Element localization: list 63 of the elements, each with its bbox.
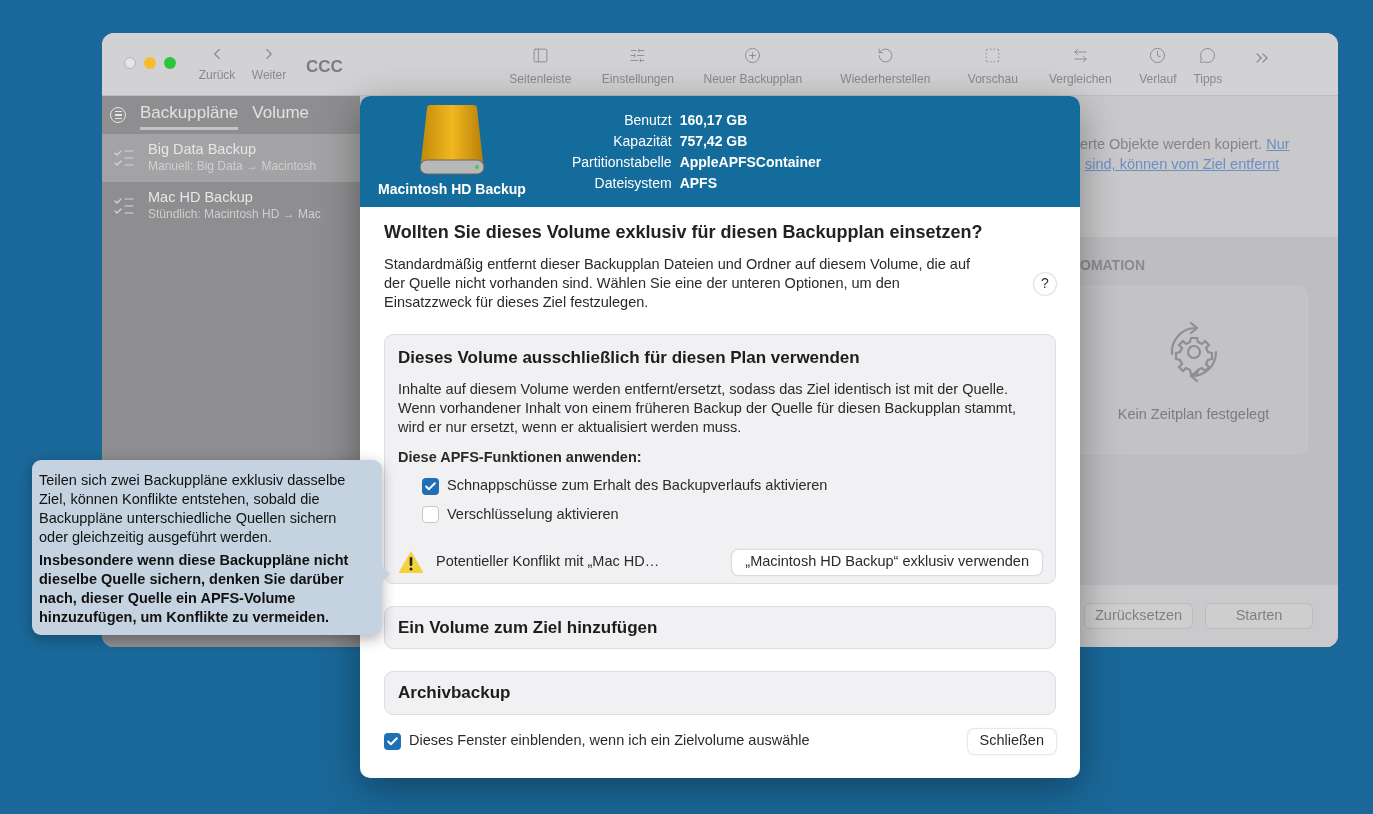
toolbar-button[interactable]: Wiederherstellen xyxy=(817,47,953,88)
option-title: Ein Volume zum Ziel hinzufügen xyxy=(398,616,659,639)
checkbox-label: Verschlüsselung aktivieren xyxy=(447,505,619,524)
speech-bubble-icon xyxy=(1199,47,1217,64)
warning-text: Potentieller Konflikt mit „Mac HD… xyxy=(436,552,660,572)
reset-button[interactable]: Zurücksetzen xyxy=(1084,603,1194,629)
option-title: Dieses Volume ausschließlich für diesen Plan verwenden xyxy=(398,347,861,369)
text-link[interactable]: Nur xyxy=(1266,136,1290,152)
sliders-icon xyxy=(629,47,647,64)
checkbox[interactable] xyxy=(422,506,439,524)
volume-name: Macintosh HD Backup xyxy=(378,180,526,199)
toolbar-button[interactable]: Vergleichen xyxy=(1032,47,1128,88)
checkbox[interactable] xyxy=(422,477,439,495)
intro-text: Standardmäßig entfernt dieser Backupplan Dateien und Ordner auf diesem Volume, die auf der Quelle nicht vorhanden sind. Wählen Sie eine der unteren Optionen, um den Einsatzzweck für dieses Ziel festzulegen. xyxy=(384,255,971,312)
dialog-title: Wollten Sie dieses Volume exklusiv für diesen Backupplan einsetzen? xyxy=(384,221,984,244)
sidebar-tab[interactable]: Backuppläne xyxy=(140,99,239,131)
toolbar-button[interactable]: Vorschau xyxy=(952,47,1033,88)
schedule-card: Kein Zeitplan festgelegt xyxy=(1080,286,1308,454)
info-value: APFS xyxy=(679,174,718,193)
help-button[interactable]: ? xyxy=(1034,272,1056,295)
option-panel[interactable]: Archivbackup xyxy=(384,671,1056,715)
info-text: erte Objekte werden kopiert. xyxy=(1080,136,1263,152)
option-title: Archivbackup xyxy=(398,682,512,705)
plus-circle-icon xyxy=(744,47,762,64)
features-heading: Diese APFS-Funktionen anwenden: xyxy=(398,447,643,467)
info-label: Dateisystem xyxy=(593,174,672,193)
forward-button[interactable]: Weiter xyxy=(246,45,292,84)
checkmark-icon xyxy=(386,734,399,748)
restore-icon xyxy=(876,47,894,64)
drive-icon xyxy=(417,104,487,176)
checkbox[interactable] xyxy=(384,732,401,750)
use-exclusive-button[interactable]: „Macintosh HD Backup“ exklusiv verwenden xyxy=(732,549,1042,575)
info-label: Kapazität xyxy=(612,132,672,151)
back-button[interactable]: Zurück xyxy=(194,45,240,84)
checkbox-label: Schnappschüsse zum Erhalt des Backupverlaufs aktivieren xyxy=(447,476,828,496)
compare-arrows-icon xyxy=(1071,47,1089,64)
warning-icon xyxy=(398,550,424,575)
option-description: Inhalte auf diesem Volume werden entfernt/ersetzt, sodass das Ziel identisch ist mit der Quelle. Wenn vorhandener Inhalt von einem früheren Backup der Quelle für diesen Backupplan stammt, wird er nur ersetzt, wenn er aktualisiert werden muss. xyxy=(398,379,1017,437)
start-button[interactable]: Starten xyxy=(1205,603,1314,629)
toolbar-button[interactable]: Neuer Backupplan xyxy=(687,47,818,88)
sidebar-icon xyxy=(531,47,549,64)
toolbar-button[interactable]: Einstellungen xyxy=(587,47,688,88)
tooltip-bold-text: Insbesondere wenn diese Backuppläne nicht dieselbe Quelle sichern, denken Sie darüber nach, dieser Quelle ein APFS-Volume hinzuzufügen, um Konflikte zu vermeiden. xyxy=(39,551,350,627)
info-label: Partitionstabelle xyxy=(572,153,672,172)
info-value: 160,17 GB xyxy=(679,111,749,130)
close-button[interactable]: Schließen xyxy=(967,728,1056,754)
dashed-square-icon xyxy=(984,47,1002,64)
checkbox-label: Dieses Fenster einblenden, wenn ich ein Zielvolume auswähle xyxy=(409,731,810,751)
toolbar-button[interactable]: Tipps xyxy=(1187,47,1228,88)
info-value: 757,42 GB xyxy=(679,132,749,151)
info-value: AppleAPFSContainer xyxy=(679,153,822,172)
backup-plan-item[interactable]: Mac HD Backup Stündlich: Macintosh HD → Mac xyxy=(102,182,360,230)
toolbar-button[interactable]: Seitenleiste xyxy=(492,47,588,88)
clock-icon xyxy=(1149,47,1167,64)
info-label: Benutzt xyxy=(623,111,672,130)
option-panel[interactable]: Ein Volume zum Ziel hinzufügen xyxy=(384,605,1056,650)
text-link[interactable]: sind, können vom Ziel entfernt xyxy=(1085,156,1280,172)
toolbar-button[interactable]: Verlauf xyxy=(1127,47,1188,88)
tooltip-text: Teilen sich zwei Backuppläne exklusiv dasselbe Ziel, können Konflikte entstehen, sobald die Backuppläne unterschiedliche Quellen sichern oder gleichzeitig ausgeführt werden. xyxy=(39,471,347,547)
option-panel[interactable] xyxy=(384,334,1056,584)
sidebar-tab[interactable]: Volume xyxy=(252,99,309,131)
window-title: CCC xyxy=(306,56,343,78)
checkmark-icon xyxy=(424,479,437,493)
